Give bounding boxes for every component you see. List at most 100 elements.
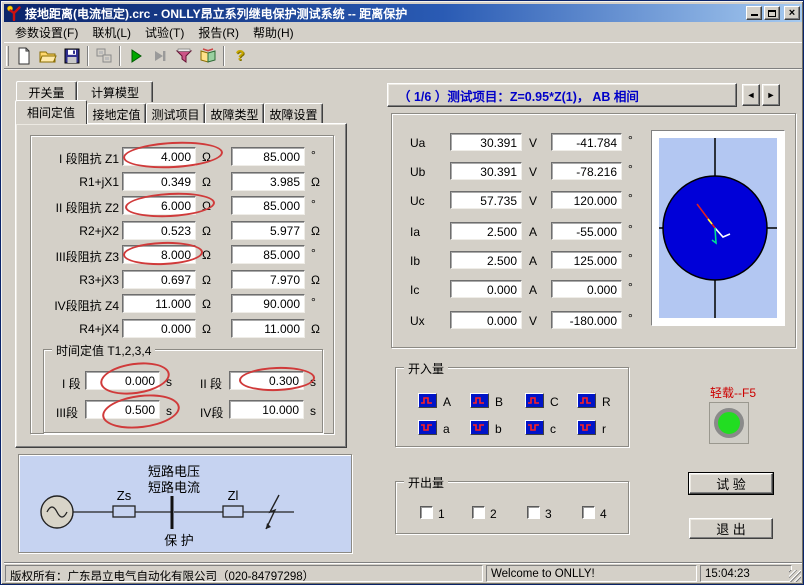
z2-magnitude-input[interactable]: 6.000 bbox=[122, 196, 196, 215]
step-forward-icon[interactable] bbox=[148, 44, 172, 67]
exit-button[interactable]: 退 出 bbox=[689, 518, 773, 539]
row-label: III段阻抗 Z3 bbox=[33, 248, 119, 265]
r2x2-r-input[interactable]: 0.523 bbox=[122, 221, 196, 240]
zl-label: Zl bbox=[228, 488, 239, 503]
ib-label: Ib bbox=[410, 254, 420, 268]
toolbar: ? bbox=[4, 42, 802, 69]
welcome-status: Welcome to ONLLY! bbox=[486, 565, 697, 582]
r3x3-x-input[interactable]: 7.970 bbox=[231, 270, 305, 289]
t3-input[interactable]: 0.500 bbox=[85, 400, 160, 419]
menu-test[interactable]: 试验(T) bbox=[138, 22, 191, 43]
light-load-led-button[interactable] bbox=[709, 402, 749, 444]
output-checkbox-4[interactable] bbox=[582, 506, 595, 519]
ua-value-field: 30.391 bbox=[450, 133, 522, 151]
tab-phase-settings-active[interactable]: 相间定值 bbox=[15, 100, 87, 124]
run-test-icon[interactable] bbox=[124, 44, 148, 67]
output-checkbox-2[interactable] bbox=[472, 506, 485, 519]
menu-connect[interactable]: 联机(L) bbox=[85, 22, 138, 43]
z4-angle-input[interactable]: 90.000 bbox=[231, 294, 305, 313]
time-settings-title: 时间定值 T1,2,3,4 bbox=[52, 342, 155, 359]
z1-angle-input[interactable]: 85.000 bbox=[231, 147, 305, 166]
tab-ground-settings[interactable]: 接地定值 bbox=[87, 103, 146, 124]
browse-results-icon[interactable] bbox=[196, 44, 220, 67]
r4x4-r-input[interactable]: 0.000 bbox=[122, 319, 196, 338]
output-checkbox-1[interactable] bbox=[420, 506, 433, 519]
t2-input[interactable]: 0.300 bbox=[229, 371, 304, 390]
toolbar-grip[interactable] bbox=[6, 46, 9, 66]
row-label: IV段阻抗 Z4 bbox=[33, 297, 119, 314]
ia-value-field: 2.500 bbox=[450, 222, 522, 240]
close-button[interactable]: × bbox=[784, 6, 800, 20]
r1x1-r-input[interactable]: 0.349 bbox=[122, 172, 196, 191]
row-label: R3+jX3 bbox=[33, 273, 119, 287]
tab-switch-quantity[interactable]: 开关量 bbox=[16, 81, 77, 102]
ub-value-field: 30.391 bbox=[450, 162, 522, 180]
ib-angle-field: 125.000 bbox=[551, 251, 622, 269]
z2-angle-input[interactable]: 85.000 bbox=[231, 196, 305, 215]
help-icon[interactable]: ? bbox=[228, 44, 252, 67]
test-button[interactable]: 试 验 bbox=[689, 473, 773, 494]
r4x4-x-input[interactable]: 11.000 bbox=[231, 319, 305, 338]
ia-label: Ia bbox=[410, 225, 420, 239]
ux-value-field: 0.000 bbox=[450, 311, 522, 329]
binary-input-group: 开入量 A B C R a b c r bbox=[395, 367, 629, 447]
new-file-icon[interactable] bbox=[12, 44, 36, 67]
input-indicator-R bbox=[577, 393, 596, 408]
input-indicator-B bbox=[470, 393, 489, 408]
input-indicator-A bbox=[418, 393, 437, 408]
r1x1-x-input[interactable]: 3.985 bbox=[231, 172, 305, 191]
ia-angle-field: -55.000 bbox=[551, 222, 622, 240]
tab-fault-type[interactable]: 故障类型 bbox=[205, 103, 264, 124]
app-logo-icon bbox=[6, 5, 22, 21]
r2x2-x-input[interactable]: 5.977 bbox=[231, 221, 305, 240]
resize-grip[interactable] bbox=[789, 570, 801, 582]
report-icon[interactable] bbox=[172, 44, 196, 67]
open-file-icon[interactable] bbox=[36, 44, 60, 67]
minimize-button[interactable] bbox=[746, 6, 762, 20]
input-indicator-C bbox=[525, 393, 544, 408]
phasor-display bbox=[651, 130, 785, 326]
r3x3-r-input[interactable]: 0.697 bbox=[122, 270, 196, 289]
menu-bar: 参数设置(F) 联机(L) 试验(T) 报告(R) 帮助(H) bbox=[4, 23, 802, 42]
maximize-button[interactable] bbox=[764, 6, 780, 20]
title-bar: 接地距离(电流恒定).crc - ONLLY昂立系列继电保护测试系统 -- 距离… bbox=[4, 4, 802, 22]
window-title: 接地距离(电流恒定).crc - ONLLY昂立系列继电保护测试系统 -- 距离… bbox=[25, 5, 407, 22]
connect-icon[interactable] bbox=[92, 44, 116, 67]
t1-input[interactable]: 0.000 bbox=[85, 371, 160, 390]
ua-label: Ua bbox=[410, 136, 425, 150]
circuit-diagram: Zs 短路电压 短路电流 保 护 Zl bbox=[19, 455, 351, 552]
output-checkbox-3[interactable] bbox=[527, 506, 540, 519]
z3-magnitude-input[interactable]: 8.000 bbox=[122, 245, 196, 264]
prev-item-button[interactable]: ◄ bbox=[742, 84, 760, 106]
status-bar: 版权所有：广东昂立电气自动化有限公司（020-84797298） Welcome… bbox=[4, 562, 802, 583]
ub-angle-field: -78.216 bbox=[551, 162, 622, 180]
input-indicator-b bbox=[470, 420, 489, 435]
circuit-diagram-panel: Zs 短路电压 短路电流 保 护 Zl bbox=[18, 454, 352, 553]
clock-status: 15:04:23 bbox=[700, 565, 792, 582]
uc-value-field: 57.735 bbox=[450, 191, 522, 209]
z4-magnitude-input[interactable]: 11.000 bbox=[122, 294, 196, 313]
output-values-panel: Ua 30.391 V -41.784 ° Ub 30.391 V -78.21… bbox=[391, 113, 796, 348]
light-load-label: 轻载--F5 bbox=[698, 384, 768, 401]
tab-calc-model[interactable]: 计算模型 bbox=[77, 81, 153, 102]
z3-angle-input[interactable]: 85.000 bbox=[231, 245, 305, 264]
menu-parameter-settings[interactable]: 参数设置(F) bbox=[8, 22, 85, 43]
next-item-button[interactable]: ► bbox=[762, 84, 780, 106]
tab-fault-settings[interactable]: 故障设置 bbox=[264, 103, 323, 124]
green-led-icon bbox=[714, 408, 744, 438]
test-item-text: （ 1/6 ）测试项目：Z=0.95*Z(1)， AB 相间 bbox=[398, 86, 639, 105]
ua-angle-field: -41.784 bbox=[551, 133, 622, 151]
binary-output-group: 开出量 1 2 3 4 bbox=[395, 481, 629, 534]
t4-input[interactable]: 10.000 bbox=[229, 400, 304, 419]
tab-test-items[interactable]: 测试项目 bbox=[146, 103, 205, 124]
z1-magnitude-input[interactable]: 4.000 bbox=[122, 147, 196, 166]
test-item-header: （ 1/6 ）测试项目：Z=0.95*Z(1)， AB 相间 bbox=[387, 83, 737, 107]
app-window: 接地距离(电流恒定).crc - ONLLY昂立系列继电保护测试系统 -- 距离… bbox=[0, 0, 804, 585]
save-file-icon[interactable] bbox=[60, 44, 84, 67]
menu-report[interactable]: 报告(R) bbox=[191, 22, 246, 43]
ic-angle-field: 0.000 bbox=[551, 280, 622, 298]
uc-label: Uc bbox=[410, 194, 425, 208]
menu-help[interactable]: 帮助(H) bbox=[246, 22, 301, 43]
fault-voltage-label: 短路电压 bbox=[148, 464, 200, 479]
zs-label: Zs bbox=[117, 488, 132, 503]
